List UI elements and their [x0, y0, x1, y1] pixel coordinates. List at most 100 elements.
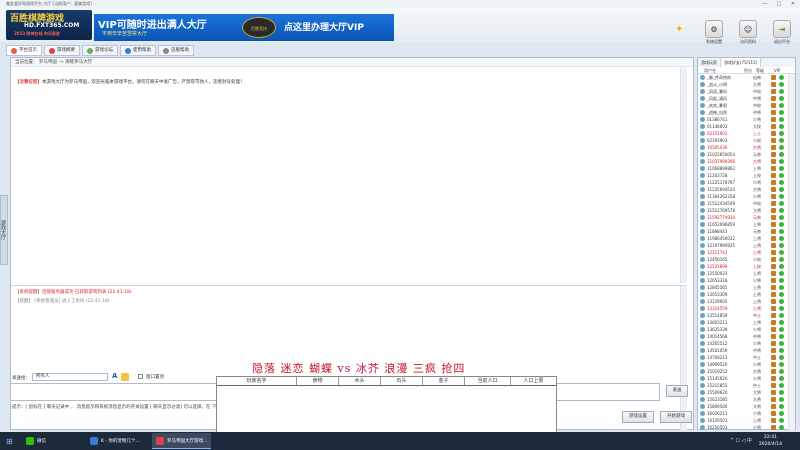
- user-row[interactable]: 14909520 少将: [698, 361, 790, 368]
- taskbar-item-k[interactable]: K - 你的宠物几个...: [86, 433, 144, 449]
- user-row[interactable]: 16250503 少将: [698, 424, 790, 430]
- user-row[interactable]: 16129501 上将: [698, 417, 790, 424]
- tab-summary[interactable]: 游戏摘要: [44, 45, 80, 56]
- user-row[interactable]: 13129005 上将: [698, 298, 790, 305]
- user-row[interactable]: 15809560 大将: [698, 403, 790, 410]
- user-row[interactable]: 12550023 上将: [698, 270, 790, 277]
- online-status-icon: [779, 313, 784, 318]
- font-button[interactable]: A: [112, 372, 117, 380]
- user-row[interactable]: 11898443 元帅: [698, 228, 790, 235]
- user-level: 少将: [753, 411, 761, 416]
- user-row[interactable]: 02151902 上士: [698, 130, 790, 137]
- user-row[interactable]: _风语_暴风 中校: [698, 88, 790, 95]
- user-row[interactable]: 15509620 大将: [698, 389, 790, 396]
- user-row[interactable]: 12845565 上将: [698, 284, 790, 291]
- game-settings-button[interactable]: 游戏设置: [622, 411, 654, 423]
- chat-scrollbar[interactable]: [680, 67, 687, 283]
- avatar-icon: [700, 201, 705, 206]
- tab-service-help[interactable]: 首服帮助: [158, 45, 194, 56]
- user-row[interactable]: 15215855 中士: [698, 382, 790, 389]
- user-row[interactable]: _欢欢_暴君 中校: [698, 102, 790, 109]
- emoji-icon[interactable]: [121, 373, 129, 381]
- user-row[interactable]: 16026211 少将: [698, 410, 790, 417]
- user-name: 12845565: [707, 285, 728, 290]
- user-row[interactable]: 11512769578 大将: [698, 207, 790, 214]
- start-button[interactable]: ⊞: [2, 433, 17, 449]
- user-row[interactable]: 11225178797 少将: [698, 179, 790, 186]
- user-row[interactable]: 02193903 少校: [698, 137, 790, 144]
- user-row[interactable]: 14501059 中将: [698, 347, 790, 354]
- user-row[interactable]: 15145620 少将: [698, 375, 790, 382]
- user-row[interactable]: 11022650054 元帅: [698, 151, 790, 158]
- user-row[interactable]: 14709213 中士: [698, 354, 790, 361]
- taskbar-clock[interactable]: 22:41 2020/4/14: [759, 434, 782, 448]
- user-row[interactable]: 11203728 上校: [698, 172, 790, 179]
- minimize-button[interactable]: —: [760, 0, 770, 8]
- user-list-scrollbar[interactable]: [788, 74, 795, 430]
- windows-icon: ⊞: [6, 436, 13, 446]
- user-row[interactable]: 11652096859 上将: [698, 221, 790, 228]
- game-lobby-handle[interactable]: 游戏大厅: [0, 195, 8, 265]
- toolbar-exit[interactable]: ⇥ 退出平台: [768, 20, 796, 45]
- user-row[interactable]: 13314559 上将: [698, 305, 790, 312]
- online-status-icon: [779, 236, 784, 241]
- rank-badge-icon: [771, 285, 776, 290]
- tab-forum[interactable]: 游戏论坛: [82, 45, 118, 56]
- taskbar-item-wechat[interactable]: 微信: [22, 433, 50, 449]
- avatar-icon: [700, 264, 705, 269]
- message-scrollbar[interactable]: [680, 286, 687, 430]
- toolbar-profile[interactable]: ☺ 访问资料: [734, 20, 762, 45]
- vip-ad-banner[interactable]: VIP可随时进出满人大厅 不用辛辛苦苦拼大厅 百胜竞技 点这里办理大厅VIP: [94, 14, 394, 41]
- user-row[interactable]: 15019252 大将: [698, 368, 790, 375]
- taskbar-item-lobby[interactable]: 罗马帝国大厅游戏...: [152, 433, 212, 449]
- user-row[interactable]: 11304262258 少将: [698, 193, 790, 200]
- user-row[interactable]: 12456165 少校: [698, 256, 790, 263]
- close-button[interactable]: ✕: [788, 0, 798, 8]
- user-row[interactable]: 10565436 大将: [698, 144, 790, 151]
- pin-checkbox[interactable]: [138, 374, 143, 379]
- maximize-button[interactable]: □: [774, 0, 784, 8]
- user-name: _聊_传奇侠的: [707, 75, 731, 80]
- user-row[interactable]: _战斗_小明 大将: [698, 81, 790, 88]
- send-button[interactable]: 发送: [666, 385, 688, 397]
- toolbar-settings[interactable]: ⚙ 系统设置: [700, 20, 728, 45]
- online-status-icon: [779, 411, 784, 416]
- system-tray[interactable]: ^ ☐ ◁ 中: [730, 437, 752, 444]
- user-row[interactable]: 13603211 上将: [698, 319, 790, 326]
- tab-help[interactable]: 使用帮助: [120, 45, 156, 56]
- user-row[interactable]: _战神_自然 中将: [698, 109, 790, 116]
- user-level: 中校: [753, 201, 761, 206]
- user-row[interactable]: 13635339 少将: [698, 326, 790, 333]
- user-row[interactable]: 11235694524 大将: [698, 186, 790, 193]
- user-row[interactable]: 12533899 上校: [698, 263, 790, 270]
- user-row[interactable]: 12197990935 上将: [698, 242, 790, 249]
- user-row[interactable]: 11068899862 上将: [698, 165, 790, 172]
- tab-home[interactable]: 平台首页: [6, 45, 42, 56]
- start-game-button[interactable]: 开始游戏: [660, 411, 692, 423]
- user-row[interactable]: 11986456032 上将: [698, 235, 790, 242]
- user-row[interactable]: 13514859 中士: [698, 312, 790, 319]
- user-row[interactable]: _聊_传奇侠的 仙帝: [698, 74, 790, 81]
- send-target-select[interactable]: 所有人: [32, 373, 108, 381]
- user-row[interactable]: _风起_清风 中将: [698, 95, 790, 102]
- user-row[interactable]: 14014568 中将: [698, 333, 790, 340]
- user-name: 13129005: [707, 299, 728, 304]
- user-row[interactable]: 12211743 上将: [698, 249, 790, 256]
- user-row[interactable]: 15623185 大将: [698, 396, 790, 403]
- user-row[interactable]: 11592774930 元帅: [698, 214, 790, 221]
- user-row[interactable]: 14265512 少将: [698, 340, 790, 347]
- user-row[interactable]: 13053309 上将: [698, 291, 790, 298]
- system-message: 【系统提醒】连接服务器成功 已获取游戏列表 (22:41:18): [15, 290, 132, 295]
- user-row[interactable]: 11037999396 大将: [698, 158, 790, 165]
- user-row[interactable]: 12653318 少将: [698, 277, 790, 284]
- user-row[interactable]: 11512434549 中校: [698, 200, 790, 207]
- online-status-icon: [779, 75, 784, 80]
- tab-friends[interactable]: 游戏好友(75/115): [721, 58, 762, 67]
- platform-logo[interactable]: 百胜棋牌游戏 HD.FXT365.COM 2013 财神在线 你可奇迹: [6, 10, 92, 40]
- rank-badge-icon: [771, 341, 776, 346]
- user-row[interactable]: 01386741 少将: [698, 116, 790, 123]
- user-name: 12533899: [707, 264, 728, 269]
- user-row[interactable]: 01146003 大校: [698, 123, 790, 130]
- tab-players[interactable]: 游戏玩家: [698, 58, 721, 67]
- avatar-icon: [700, 75, 705, 80]
